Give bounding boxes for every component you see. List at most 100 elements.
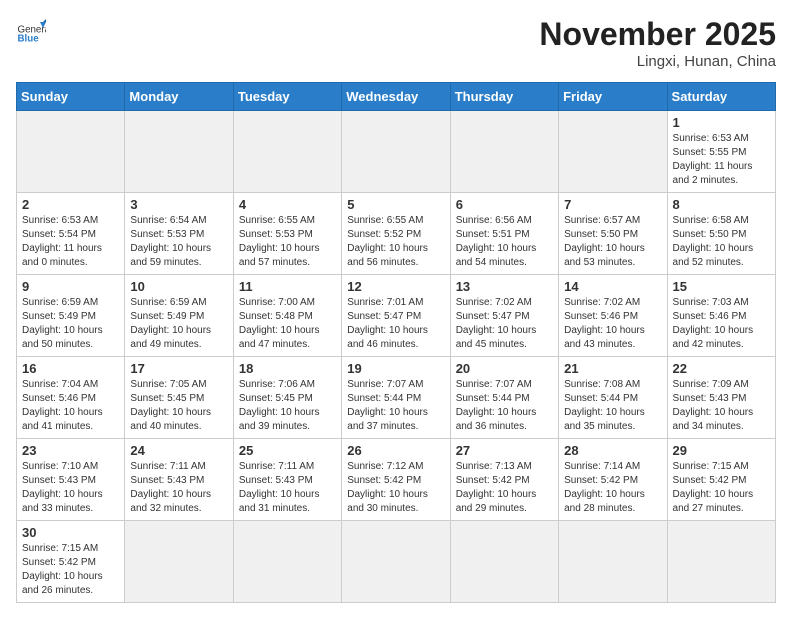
day-number: 7 — [564, 197, 661, 212]
day-info: Sunrise: 7:02 AMSunset: 5:47 PMDaylight:… — [456, 296, 553, 352]
day-number: 21 — [564, 361, 661, 376]
day-cell: 25 Sunrise: 7:11 AMSunset: 5:43 PMDayligh… — [233, 439, 341, 521]
weekday-sunday: Sunday — [17, 83, 125, 111]
day-info: Sunrise: 6:55 AMSunset: 5:53 PMDaylight:… — [239, 214, 336, 270]
day-number: 22 — [673, 361, 770, 376]
day-cell: 18 Sunrise: 7:06 AMSunset: 5:45 PMDayligh… — [233, 357, 341, 439]
day-number: 10 — [130, 279, 227, 294]
day-number: 24 — [130, 443, 227, 458]
week-row-6: 30 Sunrise: 7:15 AMSunset: 5:42 PMDayligh… — [17, 521, 776, 603]
day-info: Sunrise: 7:10 AMSunset: 5:43 PMDaylight:… — [22, 460, 119, 516]
day-cell — [559, 111, 667, 193]
day-number: 11 — [239, 279, 336, 294]
day-info: Sunrise: 7:13 AMSunset: 5:42 PMDaylight:… — [456, 460, 553, 516]
day-number: 15 — [673, 279, 770, 294]
day-number: 5 — [347, 197, 444, 212]
day-cell: 11 Sunrise: 7:00 AMSunset: 5:48 PMDayligh… — [233, 275, 341, 357]
day-number: 30 — [22, 525, 119, 540]
day-number: 25 — [239, 443, 336, 458]
weekday-wednesday: Wednesday — [342, 83, 450, 111]
day-number: 19 — [347, 361, 444, 376]
day-cell: 30 Sunrise: 7:15 AMSunset: 5:42 PMDayligh… — [17, 521, 125, 603]
day-cell — [559, 521, 667, 603]
day-number: 20 — [456, 361, 553, 376]
day-number: 3 — [130, 197, 227, 212]
day-info: Sunrise: 7:00 AMSunset: 5:48 PMDaylight:… — [239, 296, 336, 352]
day-cell: 2 Sunrise: 6:53 AMSunset: 5:54 PMDaylight… — [17, 193, 125, 275]
day-info: Sunrise: 7:01 AMSunset: 5:47 PMDaylight:… — [347, 296, 444, 352]
day-cell: 27 Sunrise: 7:13 AMSunset: 5:42 PMDayligh… — [450, 439, 558, 521]
day-info: Sunrise: 7:07 AMSunset: 5:44 PMDaylight:… — [456, 378, 553, 434]
title-block: November 2025 Lingxi, Hunan, China — [539, 16, 776, 70]
day-number: 2 — [22, 197, 119, 212]
day-info: Sunrise: 7:11 AMSunset: 5:43 PMDaylight:… — [239, 460, 336, 516]
day-info: Sunrise: 7:05 AMSunset: 5:45 PMDaylight:… — [130, 378, 227, 434]
day-cell: 1Sunrise: 6:53 AMSunset: 5:55 PMDaylight… — [667, 111, 775, 193]
week-row-5: 23 Sunrise: 7:10 AMSunset: 5:43 PMDayligh… — [17, 439, 776, 521]
day-number: 29 — [673, 443, 770, 458]
day-info: Sunrise: 7:06 AMSunset: 5:45 PMDaylight:… — [239, 378, 336, 434]
weekday-friday: Friday — [559, 83, 667, 111]
day-number: 17 — [130, 361, 227, 376]
week-row-4: 16Sunrise: 7:04 AMSunset: 5:46 PMDayligh… — [17, 357, 776, 439]
day-info: Sunrise: 7:11 AMSunset: 5:43 PMDaylight:… — [130, 460, 227, 516]
day-number: 18 — [239, 361, 336, 376]
day-cell: 15 Sunrise: 7:03 AMSunset: 5:46 PMDayligh… — [667, 275, 775, 357]
day-cell: 29 Sunrise: 7:15 AMSunset: 5:42 PMDayligh… — [667, 439, 775, 521]
day-cell: 19 Sunrise: 7:07 AMSunset: 5:44 PMDayligh… — [342, 357, 450, 439]
day-info: Sunrise: 7:04 AMSunset: 5:46 PMDaylight:… — [22, 378, 119, 434]
day-number: 23 — [22, 443, 119, 458]
day-number: 6 — [456, 197, 553, 212]
day-cell — [125, 111, 233, 193]
day-number: 1 — [673, 115, 770, 130]
day-cell — [450, 521, 558, 603]
page-header: General Blue November 2025 Lingxi, Hunan… — [16, 16, 776, 70]
day-cell — [233, 521, 341, 603]
day-cell: 16Sunrise: 7:04 AMSunset: 5:46 PMDayligh… — [17, 357, 125, 439]
day-info: Sunrise: 7:09 AMSunset: 5:43 PMDaylight:… — [673, 378, 770, 434]
day-info: Sunrise: 6:54 AMSunset: 5:53 PMDaylight:… — [130, 214, 227, 270]
day-info: Sunrise: 6:56 AMSunset: 5:51 PMDaylight:… — [456, 214, 553, 270]
day-info: Sunrise: 7:03 AMSunset: 5:46 PMDaylight:… — [673, 296, 770, 352]
day-info: Sunrise: 6:59 AMSunset: 5:49 PMDaylight:… — [22, 296, 119, 352]
calendar-body: 1Sunrise: 6:53 AMSunset: 5:55 PMDaylight… — [17, 111, 776, 603]
day-info: Sunrise: 7:12 AMSunset: 5:42 PMDaylight:… — [347, 460, 444, 516]
day-number: 9 — [22, 279, 119, 294]
day-number: 13 — [456, 279, 553, 294]
day-cell — [342, 521, 450, 603]
day-number: 14 — [564, 279, 661, 294]
day-cell: 14 Sunrise: 7:02 AMSunset: 5:46 PMDayligh… — [559, 275, 667, 357]
calendar: SundayMondayTuesdayWednesdayThursdayFrid… — [16, 82, 776, 603]
week-row-2: 2 Sunrise: 6:53 AMSunset: 5:54 PMDaylight… — [17, 193, 776, 275]
day-info: Sunrise: 6:53 AMSunset: 5:54 PMDaylight:… — [22, 214, 119, 270]
svg-text:Blue: Blue — [18, 34, 40, 45]
day-cell — [667, 521, 775, 603]
day-info: Sunrise: 7:15 AMSunset: 5:42 PMDaylight:… — [22, 542, 119, 598]
day-cell — [17, 111, 125, 193]
day-info: Sunrise: 7:15 AMSunset: 5:42 PMDaylight:… — [673, 460, 770, 516]
day-info: Sunrise: 6:55 AMSunset: 5:52 PMDaylight:… — [347, 214, 444, 270]
day-cell: 24 Sunrise: 7:11 AMSunset: 5:43 PMDayligh… — [125, 439, 233, 521]
day-cell — [233, 111, 341, 193]
day-cell: 26Sunrise: 7:12 AMSunset: 5:42 PMDayligh… — [342, 439, 450, 521]
day-cell: 5 Sunrise: 6:55 AMSunset: 5:52 PMDaylight… — [342, 193, 450, 275]
weekday-header-row: SundayMondayTuesdayWednesdayThursdayFrid… — [17, 83, 776, 111]
day-cell: 17 Sunrise: 7:05 AMSunset: 5:45 PMDayligh… — [125, 357, 233, 439]
day-info: Sunrise: 7:14 AMSunset: 5:42 PMDaylight:… — [564, 460, 661, 516]
day-info: Sunrise: 7:02 AMSunset: 5:46 PMDaylight:… — [564, 296, 661, 352]
day-cell: 28Sunrise: 7:14 AMSunset: 5:42 PMDayligh… — [559, 439, 667, 521]
day-number: 27 — [456, 443, 553, 458]
weekday-tuesday: Tuesday — [233, 83, 341, 111]
day-cell: 9 Sunrise: 6:59 AMSunset: 5:49 PMDaylight… — [17, 275, 125, 357]
day-cell: 12 Sunrise: 7:01 AMSunset: 5:47 PMDayligh… — [342, 275, 450, 357]
day-cell — [342, 111, 450, 193]
day-cell: 8Sunrise: 6:58 AMSunset: 5:50 PMDaylight… — [667, 193, 775, 275]
weekday-thursday: Thursday — [450, 83, 558, 111]
week-row-3: 9 Sunrise: 6:59 AMSunset: 5:49 PMDaylight… — [17, 275, 776, 357]
location: Lingxi, Hunan, China — [539, 53, 776, 70]
day-info: Sunrise: 6:58 AMSunset: 5:50 PMDaylight:… — [673, 214, 770, 270]
day-info: Sunrise: 7:07 AMSunset: 5:44 PMDaylight:… — [347, 378, 444, 434]
logo-icon: General Blue — [16, 16, 46, 46]
day-number: 12 — [347, 279, 444, 294]
day-info: Sunrise: 6:57 AMSunset: 5:50 PMDaylight:… — [564, 214, 661, 270]
